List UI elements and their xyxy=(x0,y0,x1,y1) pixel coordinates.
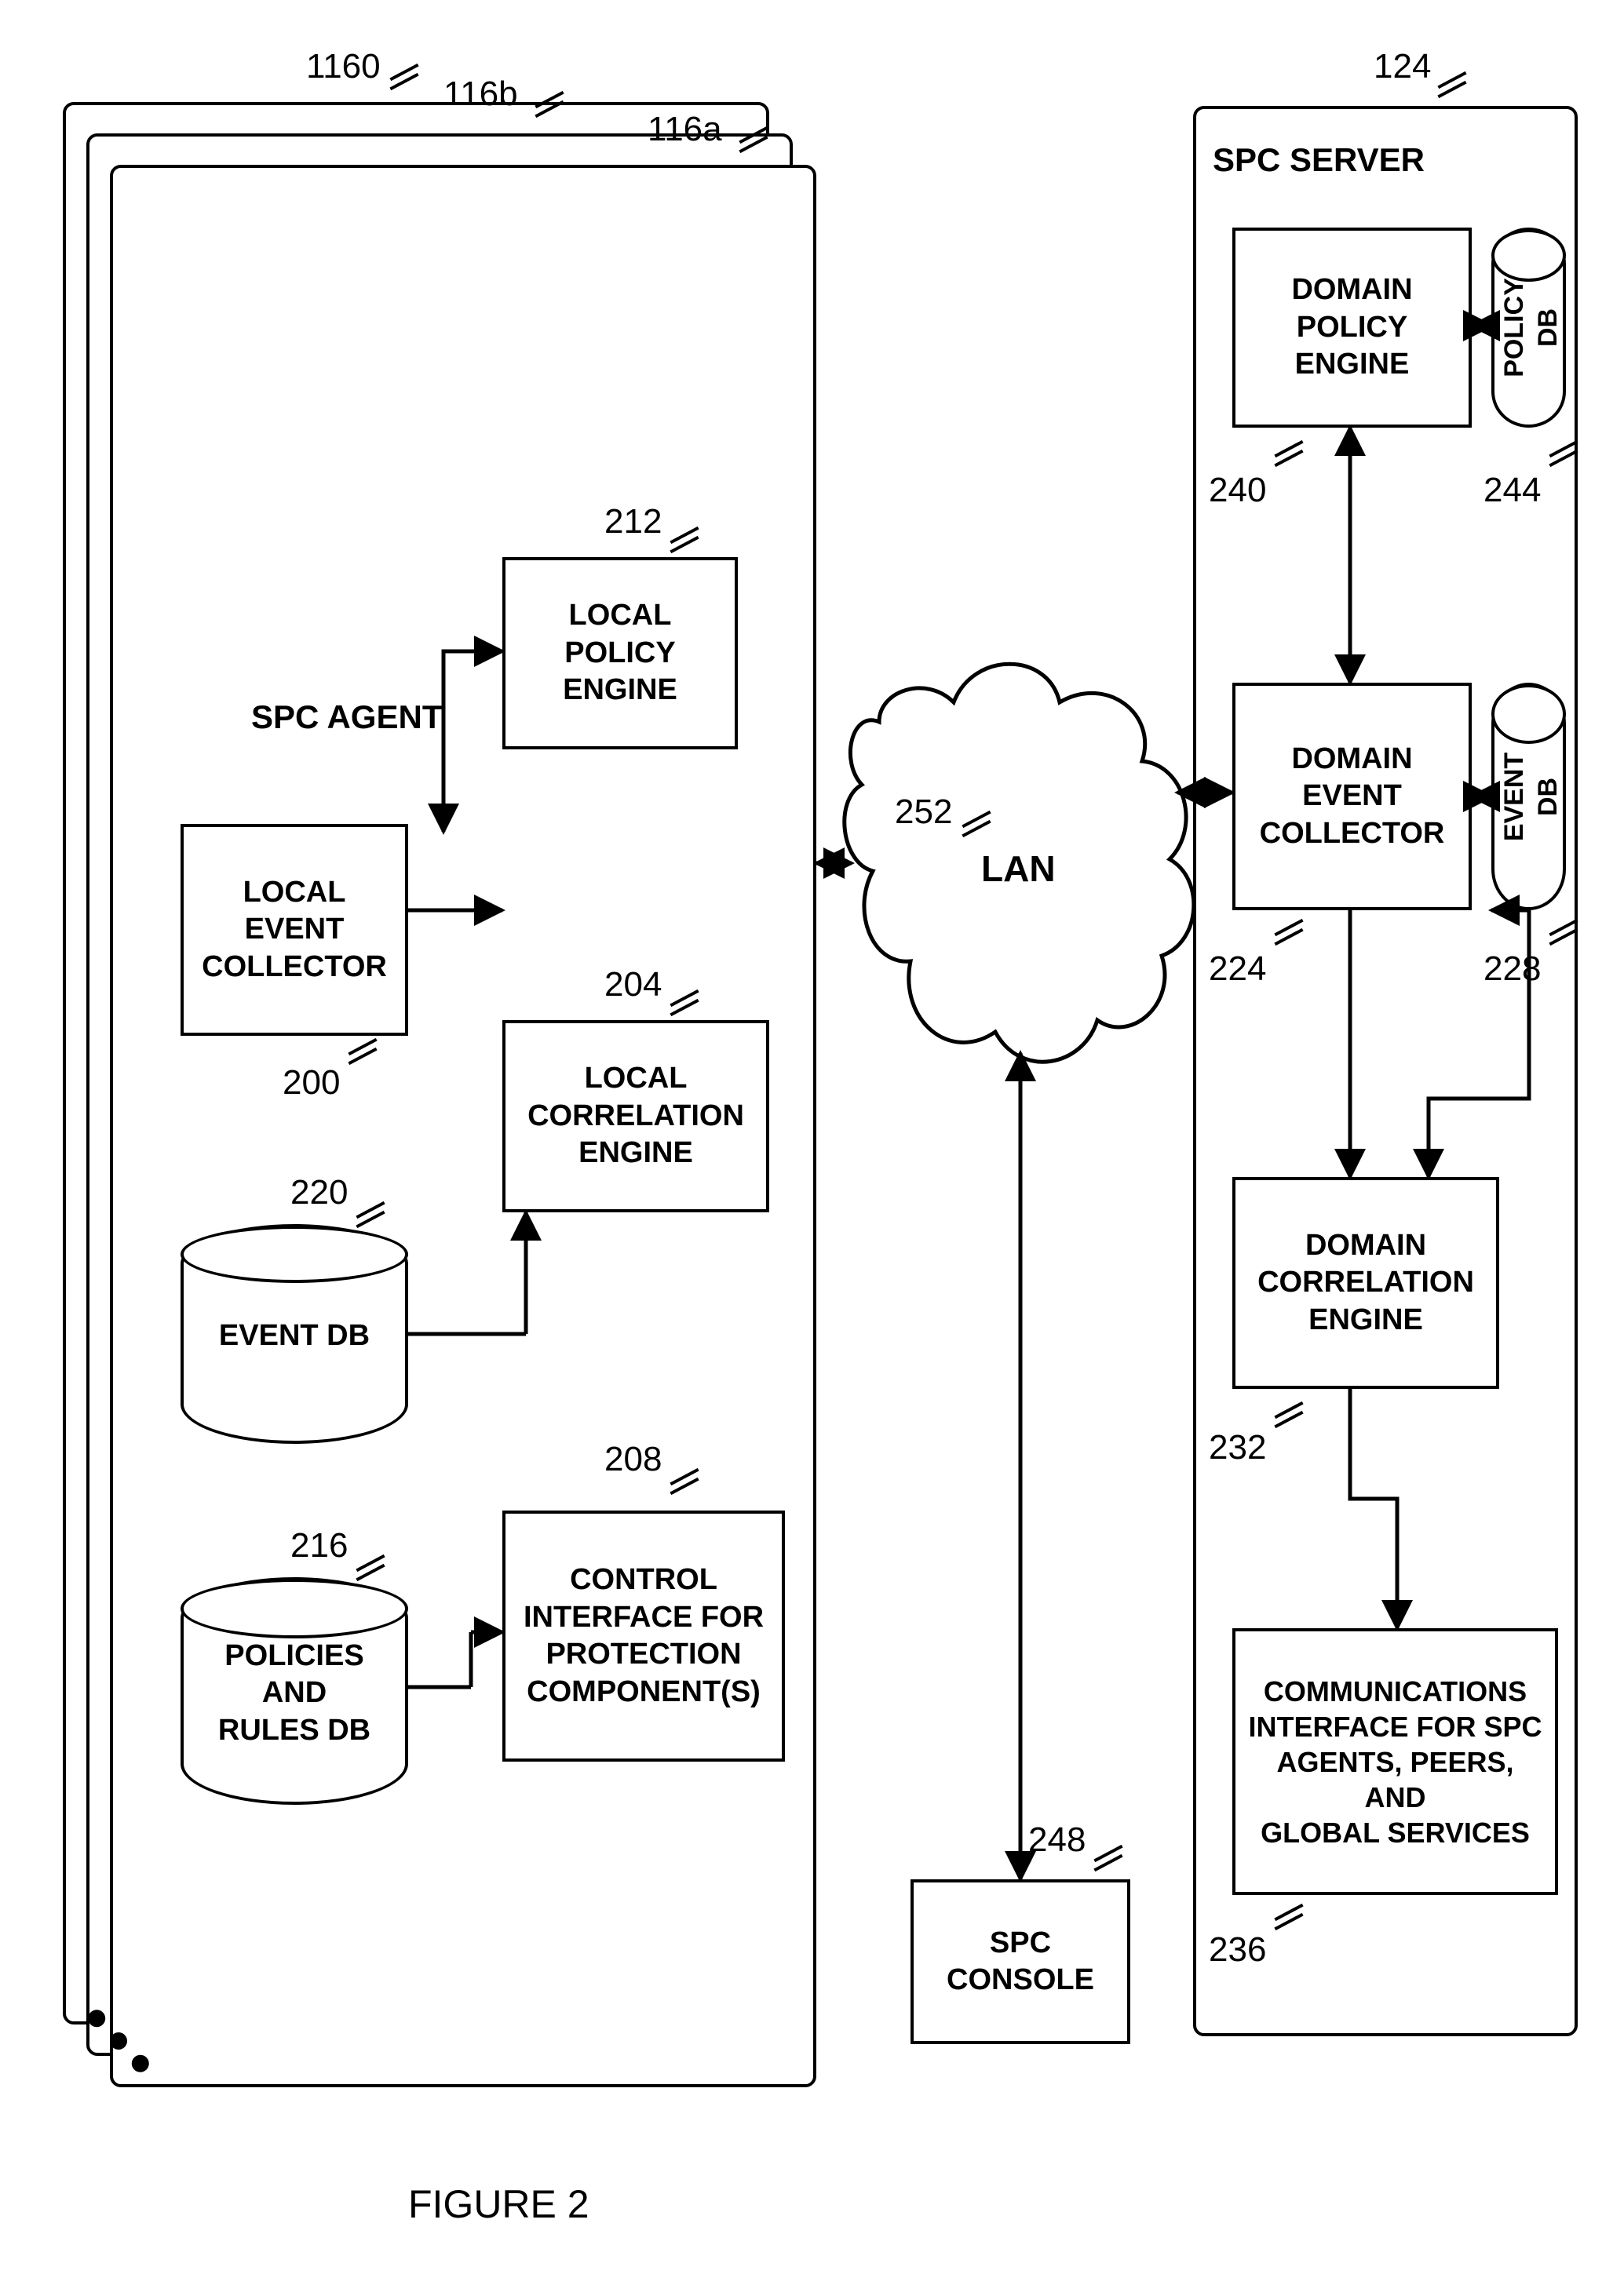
db-label: EVENT DB xyxy=(1493,752,1564,840)
db-label: POLICY DB xyxy=(1493,278,1564,377)
db-label: POLICIES AND RULES DB xyxy=(218,1633,370,1750)
connectors xyxy=(0,0,1624,2296)
db-label: EVENT DB xyxy=(219,1313,370,1355)
